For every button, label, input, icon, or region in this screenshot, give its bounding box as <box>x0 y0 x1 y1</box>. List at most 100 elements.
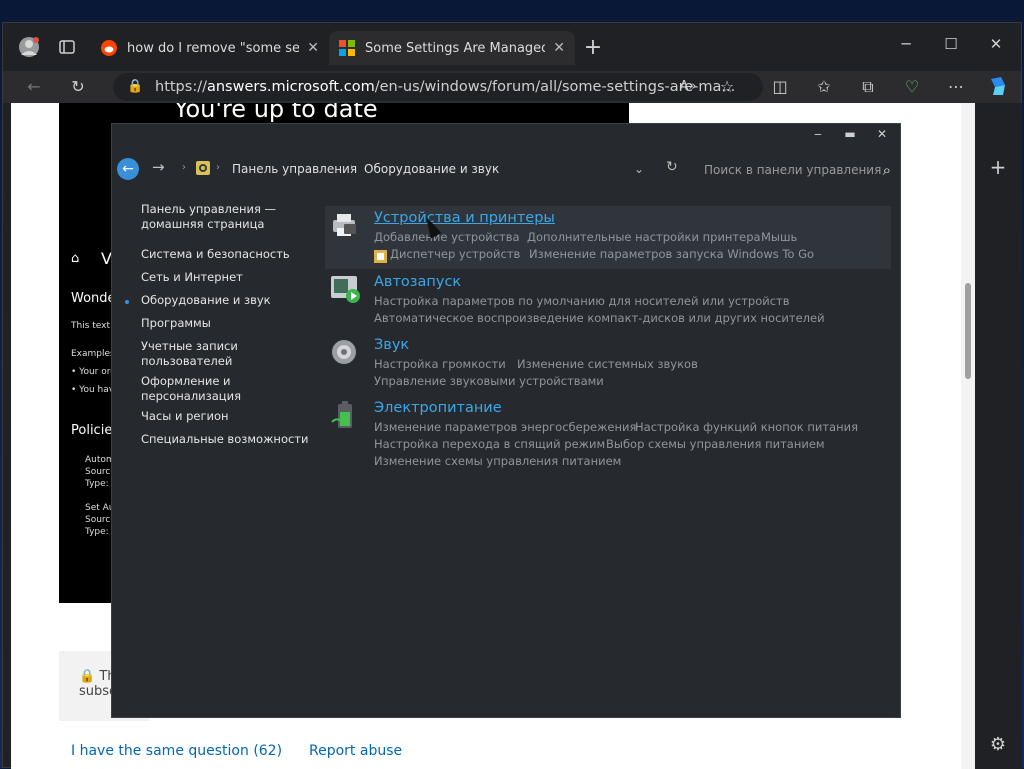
add-sidebar-app-icon[interactable]: + <box>985 155 1011 179</box>
favorites-icon[interactable]: ✩ <box>811 75 837 99</box>
nav-system-security[interactable]: Система и безопасность <box>141 247 311 262</box>
sidebar-letter: • Your org <box>71 367 117 377</box>
url-prefix: https:// <box>155 79 207 95</box>
speaker-icon[interactable] <box>330 337 360 367</box>
search-icon[interactable]: ⌕ <box>883 156 891 184</box>
lock-icon[interactable]: 🔒 <box>127 73 143 101</box>
refresh-icon[interactable]: ↻ <box>666 159 678 175</box>
profile-icon[interactable] <box>17 35 41 59</box>
cp-search-input[interactable]: Поиск в панели управления ⌕ <box>692 156 899 184</box>
tab-title: how do I remove "some settings are manag… <box>127 40 300 56</box>
nav-user-accounts[interactable]: Учетные записи пользователей <box>141 339 311 369</box>
category-devices-printers: Устройства и принтеры Добавление устройс… <box>330 210 890 270</box>
chevron-down-icon[interactable]: ⌄ <box>634 162 644 176</box>
back-icon[interactable]: ← <box>21 75 47 99</box>
health-icon[interactable]: ♡ <box>899 75 925 99</box>
nav-programs[interactable]: Программы <box>141 316 311 331</box>
edge-sidebar: + ⚙ <box>975 103 1022 769</box>
chevron-right-icon: › <box>350 162 354 173</box>
category-title-link[interactable]: Электропитание <box>374 400 502 416</box>
more-icon[interactable]: ⋯ <box>943 75 969 99</box>
read-aloud-icon[interactable]: A» <box>675 75 701 99</box>
current-section-indicator <box>125 300 129 304</box>
link-power-plan-choose[interactable]: Выбор схемы управления питанием <box>606 437 825 451</box>
tab-microsoft-answers[interactable]: Some Settings Are Managed By Your Organi… <box>329 31 575 65</box>
category-title-link[interactable]: Автозапуск <box>374 274 461 290</box>
page-scrollbar[interactable] <box>961 103 975 769</box>
battery-icon[interactable] <box>330 400 360 430</box>
new-tab-button[interactable]: + <box>581 35 605 60</box>
nav-clock-region[interactable]: Часы и регион <box>141 409 311 424</box>
cp-close-button[interactable]: ✕ <box>870 127 894 141</box>
cp-back-icon[interactable]: ← <box>117 158 139 180</box>
link-autoplay-defaults[interactable]: Настройка параметров по умолчанию для но… <box>374 294 790 308</box>
copilot-icon[interactable] <box>985 75 1011 99</box>
link-volume[interactable]: Настройка громкости <box>374 357 506 371</box>
nav-network[interactable]: Сеть и Интернет <box>141 270 311 285</box>
control-panel-window: ‒ ▬ ✕ ← → › › Панель управления › Оборуд… <box>111 123 901 718</box>
settings-gear-icon[interactable]: ⚙ <box>985 733 1011 757</box>
printer-icon[interactable] <box>330 210 360 240</box>
device-manager-icon <box>374 248 387 263</box>
lock-icon: 🔒 <box>79 669 100 684</box>
search-placeholder: Поиск в панели управления <box>704 163 882 177</box>
nav-accessibility[interactable]: Специальные возможности <box>141 432 311 447</box>
collections-icon[interactable]: ⧉ <box>855 75 881 99</box>
category-title-link[interactable]: Звук <box>374 337 409 353</box>
refresh-icon[interactable]: ↻ <box>65 75 91 99</box>
article-heading: You're up to date <box>174 103 378 123</box>
link-power-saving[interactable]: Изменение параметров энергосбережения <box>374 420 636 434</box>
close-tab-icon[interactable]: ✕ <box>553 40 565 56</box>
same-question-link[interactable]: I have the same question (62) <box>71 743 282 759</box>
link-power-buttons[interactable]: Настройка функций кнопок питания <box>635 420 858 434</box>
nav-home[interactable]: Панель управления — домашняя страница <box>141 202 311 232</box>
chevron-right-icon: › <box>216 162 220 173</box>
link-device-manager[interactable]: Диспетчер устройств <box>390 247 520 261</box>
url-host: answers.microsoft.com <box>206 79 375 95</box>
control-panel-icon <box>195 160 211 180</box>
cp-minimize-button[interactable]: ‒ <box>806 127 830 141</box>
category-power: Электропитание Изменение параметров энер… <box>330 400 890 472</box>
link-add-device[interactable]: Добавление устройства <box>374 230 520 244</box>
sidebar-letter: This text r <box>71 321 117 331</box>
close-window-button[interactable]: ✕ <box>981 35 1011 53</box>
address-bar[interactable]: 🔒 https://answers.microsoft.com/en-us/wi… <box>113 73 763 101</box>
link-power-plan-edit[interactable]: Изменение схемы управления питанием <box>374 454 621 468</box>
cp-forward-icon[interactable]: → <box>152 158 165 176</box>
tab-title: Some Settings Are Managed By Your Organi… <box>365 40 546 56</box>
breadcrumb-control-panel[interactable]: Панель управления <box>232 162 357 176</box>
link-system-sounds[interactable]: Изменение системных звуков <box>517 357 698 371</box>
sidebar-letter: • You hav <box>71 385 115 395</box>
link-windows-to-go[interactable]: Изменение параметров запуска Windows To … <box>529 247 814 261</box>
link-mouse[interactable]: Мышь <box>761 230 797 244</box>
cp-navbar: ← → › › Панель управления › Оборудование… <box>112 148 900 192</box>
chevron-right-icon: › <box>488 162 492 173</box>
cp-titlebar: ‒ ▬ ✕ <box>112 124 900 148</box>
breadcrumb-hardware-sound[interactable]: Оборудование и звук <box>364 162 499 176</box>
tab-reddit[interactable]: how do I remove "some settings are manag… <box>91 31 329 65</box>
link-printer-settings[interactable]: Дополнительные настройки принтера <box>527 230 761 244</box>
home-icon: ⌂ <box>71 251 80 266</box>
minimize-button[interactable]: ─ <box>891 35 921 53</box>
browser-toolbar: ← ↻ 🔒 https://answers.microsoft.com/en-u… <box>3 71 1021 103</box>
category-title-link[interactable]: Устройства и принтеры <box>374 210 555 226</box>
tab-bar: how do I remove "some settings are manag… <box>3 23 1021 71</box>
maximize-button[interactable]: ☐ <box>936 35 966 53</box>
category-sound: Звук Настройка громкости Изменение систе… <box>330 337 890 392</box>
sidebar-letter: Examples <box>71 349 115 359</box>
chevron-right-icon: › <box>182 162 186 173</box>
link-autoplay-cds[interactable]: Автоматическое воспроизведение компакт-д… <box>374 311 825 325</box>
link-audio-devices[interactable]: Управление звуковыми устройствами <box>374 374 604 388</box>
nav-appearance[interactable]: Оформление и персонализация <box>141 374 311 404</box>
tab-actions-icon[interactable] <box>55 35 79 59</box>
link-sleep[interactable]: Настройка перехода в спящий режим <box>374 437 605 451</box>
close-tab-icon[interactable]: ✕ <box>307 40 319 56</box>
split-screen-icon[interactable]: ◫ <box>767 75 793 99</box>
nav-hardware-sound[interactable]: Оборудование и звук <box>141 293 311 308</box>
report-abuse-link[interactable]: Report abuse <box>309 743 402 759</box>
autoplay-icon[interactable] <box>330 274 360 304</box>
scroll-thumb[interactable] <box>965 283 971 379</box>
cp-maximize-button[interactable]: ▬ <box>838 127 862 141</box>
sidebar-letter: Wonde <box>71 291 116 306</box>
favorite-icon[interactable]: ☆ <box>714 75 740 99</box>
